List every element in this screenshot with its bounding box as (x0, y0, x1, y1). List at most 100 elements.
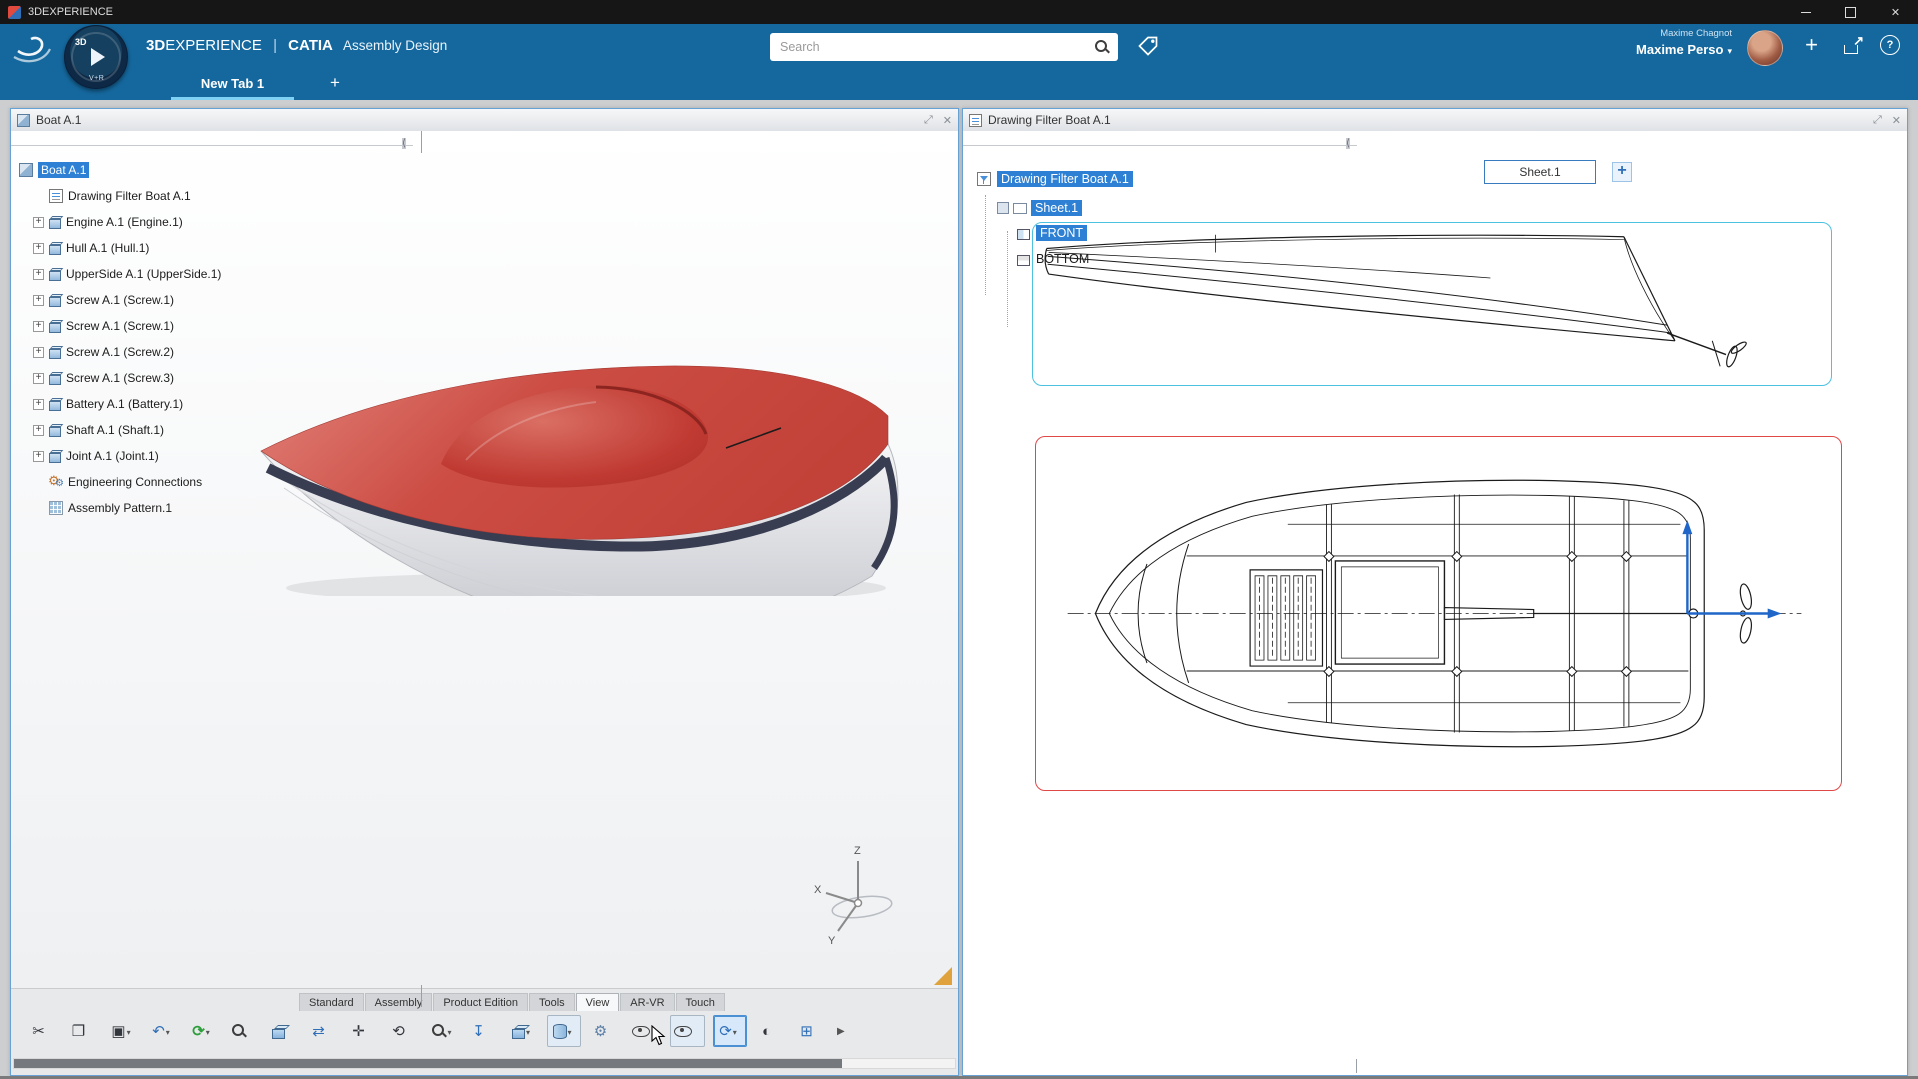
turntable-icon[interactable]: ⟳ (713, 1015, 747, 1047)
expand-window-button[interactable]: ⤢ (924, 114, 933, 127)
close-window-button[interactable]: ✕ (1892, 114, 1901, 127)
expander-icon[interactable] (33, 398, 44, 410)
bottom-view-frame[interactable] (1035, 436, 1842, 791)
expander-icon[interactable] (33, 450, 44, 462)
view-cube-icon[interactable] (507, 1016, 539, 1046)
expander-icon[interactable] (33, 424, 44, 436)
tree-item[interactable]: Screw A.1 (Screw.1) (33, 287, 182, 313)
dropdown-caret-icon[interactable] (568, 1022, 576, 1040)
dropdown-caret-icon[interactable] (448, 1022, 456, 1040)
pan-icon[interactable]: ✛ (347, 1016, 379, 1046)
section-icon[interactable] (547, 1015, 581, 1047)
horizontal-scrollbar[interactable] (13, 1058, 956, 1069)
toolbar-tab[interactable]: Touch (675, 993, 725, 1011)
axis-triad[interactable]: Z X Y (810, 841, 910, 949)
collapse-tree-button[interactable]: ⟨ (402, 138, 406, 149)
normal-view-icon[interactable]: ↧ (467, 1016, 499, 1046)
toolbar-tab[interactable]: Product Edition (433, 993, 528, 1011)
orbit-icon[interactable]: ⟲ (387, 1016, 419, 1046)
close-button[interactable]: ✕ (1873, 0, 1918, 24)
drawing-window-title: Drawing Filter Boat A.1 (988, 113, 1111, 127)
paste-icon[interactable]: ▣ (107, 1016, 139, 1046)
expander-icon[interactable] (33, 268, 44, 280)
tree-item[interactable]: Hull A.1 (Hull.1) (33, 235, 157, 261)
tree-item[interactable]: Battery A.1 (Battery.1) (33, 391, 191, 417)
new-tab-button[interactable]: + (330, 73, 340, 93)
tree-item[interactable]: Assembly Pattern.1 (33, 495, 180, 521)
center-view-icon[interactable]: ⇄ (307, 1016, 339, 1046)
scrollbar-thumb[interactable] (14, 1059, 843, 1068)
tree-item[interactable]: Screw A.1 (Screw.2) (33, 339, 182, 365)
tree-item[interactable]: Drawing Filter Boat A.1 (33, 183, 199, 209)
expander-icon[interactable] (33, 320, 44, 332)
tree-item[interactable]: Shaft A.1 (Shaft.1) (33, 417, 172, 443)
expander-icon[interactable] (33, 346, 44, 358)
toolbar-tab[interactable]: Tools (528, 993, 575, 1011)
copy-icon[interactable]: ❐ (67, 1016, 99, 1046)
dropdown-caret-icon[interactable] (166, 1022, 174, 1040)
avatar[interactable] (1747, 30, 1783, 66)
tree-item[interactable]: UpperSide A.1 (UpperSide.1) (33, 261, 229, 287)
undo-icon[interactable]: ↶ (147, 1016, 179, 1046)
viewport-corner-handle[interactable] (934, 967, 952, 985)
add-sheet-button[interactable]: + (1612, 162, 1632, 182)
tree-item[interactable]: Boat A.1 (19, 157, 97, 183)
close-window-button[interactable]: ✕ (943, 114, 952, 127)
drawing-tree-view[interactable]: BOTTOM (1017, 252, 1089, 266)
drawing-tree-sheet[interactable]: Sheet.1 (997, 200, 1083, 216)
split-view-icon[interactable]: ⊞ (795, 1016, 827, 1046)
drawing-window-titlebar[interactable]: Drawing Filter Boat A.1 ⤢ ✕ (963, 109, 1907, 132)
tree-panel-strip: ⟨ (11, 138, 413, 149)
toolbar-tab[interactable]: AR-VR (620, 993, 675, 1011)
search-icon[interactable] (1094, 39, 1110, 55)
part-icon (49, 426, 61, 437)
window-boat: Boat A.1 ⤢ ✕ ⟨ Boat A.1 Drawing Filter B… (10, 108, 959, 1076)
user-profile-menu[interactable]: Maxime Perso ▾ (1636, 42, 1732, 57)
maximize-button[interactable] (1828, 0, 1873, 24)
compass-logo[interactable]: 3D V+R (64, 25, 128, 89)
splitter-tick[interactable] (421, 985, 422, 1007)
tree-item[interactable]: Screw A.1 (Screw.3) (33, 365, 182, 391)
tree-item[interactable]: Engineering Connections (33, 469, 210, 495)
expander-icon[interactable] (33, 294, 44, 306)
search-input[interactable] (770, 40, 1094, 54)
add-content-button[interactable]: + (1805, 32, 1818, 58)
expander-icon[interactable] (33, 216, 44, 228)
sheet-tab[interactable]: Sheet.1 (1484, 160, 1596, 184)
collapse-tree-button[interactable]: ⟨ (1346, 138, 1350, 149)
boat-window-titlebar[interactable]: Boat A.1 ⤢ ✕ (11, 109, 958, 132)
zoom-icon[interactable] (427, 1016, 459, 1046)
tag-icon[interactable] (1136, 34, 1160, 58)
expander-icon[interactable] (33, 242, 44, 254)
minimize-button[interactable] (1783, 0, 1828, 24)
dropdown-caret-icon[interactable] (733, 1022, 741, 1040)
toolbar-tab[interactable]: Standard (299, 993, 364, 1011)
tab-new-tab-1[interactable]: New Tab 1 (171, 70, 294, 100)
tree-item[interactable]: Joint A.1 (Joint.1) (33, 443, 167, 469)
tree-item[interactable]: Screw A.1 (Screw.1) (33, 313, 182, 339)
help-button[interactable]: ? (1880, 35, 1900, 55)
iso-view-icon[interactable] (267, 1016, 299, 1046)
drawing-tree-root[interactable]: Drawing Filter Boat A.1 (977, 171, 1133, 187)
visibility-icon[interactable] (670, 1015, 705, 1047)
toolbar-tab[interactable]: Assembly (364, 993, 433, 1011)
expand-window-button[interactable]: ⤢ (1873, 114, 1882, 127)
mechanism-icon[interactable]: ⚙ (589, 1016, 621, 1046)
drawing-tree-view[interactable]: FRONT (1017, 225, 1088, 241)
dropdown-caret-icon[interactable] (206, 1022, 214, 1040)
toolbar-overflow-button[interactable]: ▶ (837, 1026, 845, 1037)
cut-icon[interactable]: ✂ (27, 1016, 59, 1046)
dropdown-caret-icon[interactable] (127, 1022, 135, 1040)
tree-item[interactable]: Engine A.1 (Engine.1) (33, 209, 191, 235)
expander-icon[interactable] (33, 372, 44, 384)
fit-all-icon[interactable] (227, 1016, 259, 1046)
toolbar-tab[interactable]: View (575, 993, 620, 1011)
drawing-viewport[interactable]: ⟨ Sheet.1 + Drawing Filter Boat A.1 Shee… (963, 131, 1907, 1075)
share-icon[interactable]: ↗ (1844, 33, 1864, 54)
splitter-tick[interactable] (421, 131, 422, 153)
render-style-icon[interactable]: ◐ (755, 1016, 787, 1046)
splitter-tick[interactable] (1356, 1059, 1357, 1073)
viewport-3d[interactable]: ⟨ Boat A.1 Drawing Filter Boat A.1 + Eng… (11, 131, 958, 989)
update-icon[interactable]: ⟳ (187, 1016, 219, 1046)
boat-3d-model[interactable] (236, 216, 936, 596)
